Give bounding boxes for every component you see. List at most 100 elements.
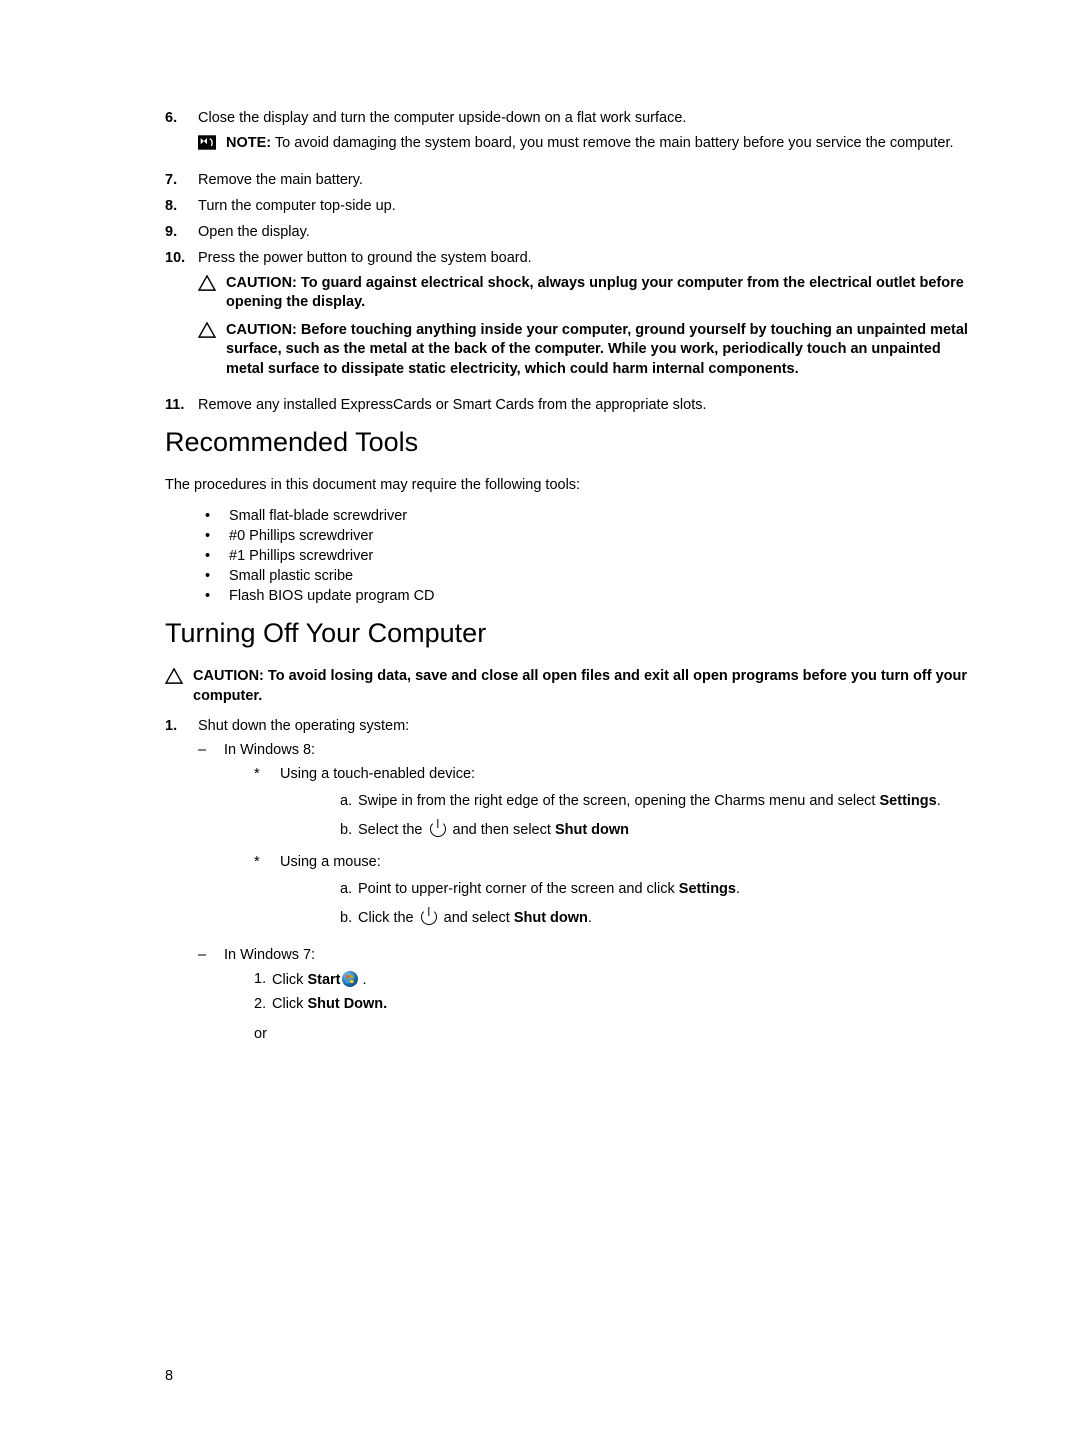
list-item: •Small plastic scribe <box>205 568 975 584</box>
item-text: #0 Phillips screwdriver <box>229 528 373 544</box>
num-mark: 1. <box>254 971 272 988</box>
dash-icon: – <box>198 947 224 1042</box>
step-body: Press the power button to ground the sys… <box>198 250 975 388</box>
heading-turning-off: Turning Off Your Computer <box>165 618 975 649</box>
star-icon: * <box>254 766 280 846</box>
note-icon <box>198 134 226 154</box>
note-callout: NOTE: To avoid damaging the system board… <box>198 134 975 154</box>
caution-label: CAUTION: <box>226 322 301 338</box>
letter-mark: a. <box>340 792 358 811</box>
step-11: 11. Remove any installed ExpressCards or… <box>165 397 975 413</box>
heading-recommended-tools: Recommended Tools <box>165 427 975 458</box>
bullet-icon: • <box>205 588 229 604</box>
letter-item-b: b. Select the and then select Shut down <box>340 821 975 840</box>
item-text: Small plastic scribe <box>229 568 353 584</box>
step-text: Turn the computer top-side up. <box>198 198 975 214</box>
step-num: 11. <box>165 397 198 413</box>
caution-callout: CAUTION: To guard against electrical sho… <box>198 274 975 313</box>
item-text: Flash BIOS update program CD <box>229 588 435 604</box>
start-orb-icon <box>342 971 358 987</box>
step-text: Shut down the operating system: <box>198 718 975 734</box>
star-item-touch: * Using a touch-enabled device: a. Swipe… <box>254 766 975 846</box>
bullet-icon: • <box>205 548 229 564</box>
star-body: Using a mouse: a. Point to upper-right c… <box>280 854 975 934</box>
step-num: 1. <box>165 718 198 1048</box>
item-text: #1 Phillips screwdriver <box>229 548 373 564</box>
step-text: Remove any installed ExpressCards or Sma… <box>198 397 975 413</box>
caution-icon <box>198 321 226 380</box>
power-icon <box>421 909 437 925</box>
star-icon: * <box>254 854 280 934</box>
step-body: Close the display and turn the computer … <box>198 110 975 162</box>
num-item-2: 2. Click Shut Down. <box>254 996 975 1012</box>
step-10: 10. Press the power button to ground the… <box>165 250 975 388</box>
win8-label: In Windows 8: <box>224 742 975 758</box>
letter-mark: b. <box>340 909 358 928</box>
step-6: 6. Close the display and turn the comput… <box>165 110 975 162</box>
caution-body: To guard against electrical shock, alway… <box>226 275 964 311</box>
num-text: Click Start . <box>272 971 367 988</box>
mouse-label: Using a mouse: <box>280 854 975 870</box>
letter-text: Point to upper-right corner of the scree… <box>358 880 740 899</box>
caution-text: CAUTION: Before touching anything inside… <box>226 321 975 380</box>
tools-intro: The procedures in this document may requ… <box>165 476 975 496</box>
list-item: •Flash BIOS update program CD <box>205 588 975 604</box>
num-text: Click Shut Down. <box>272 996 387 1012</box>
win7-label: In Windows 7: <box>224 947 975 963</box>
step-7: 7. Remove the main battery. <box>165 172 975 188</box>
dash-item-win8: – In Windows 8: * Using a touch-enabled … <box>198 742 975 939</box>
dash-icon: – <box>198 742 224 939</box>
star-body: Using a touch-enabled device: a. Swipe i… <box>280 766 975 846</box>
bullet-icon: • <box>205 508 229 524</box>
dash-item-win7: – In Windows 7: 1. Click Start . 2. Clic… <box>198 947 975 1042</box>
note-label: NOTE: <box>226 135 271 151</box>
step-num: 9. <box>165 224 198 240</box>
note-text: NOTE: To avoid damaging the system board… <box>226 134 975 154</box>
touch-label: Using a touch-enabled device: <box>280 766 975 782</box>
step-text: Remove the main battery. <box>198 172 975 188</box>
letter-mark: a. <box>340 880 358 899</box>
num-item-1: 1. Click Start . <box>254 971 975 988</box>
turnoff-step-1: 1. Shut down the operating system: – In … <box>165 718 975 1048</box>
step-num: 8. <box>165 198 198 214</box>
item-text: Small flat-blade screwdriver <box>229 508 407 524</box>
power-icon <box>430 821 446 837</box>
bullet-icon: • <box>205 568 229 584</box>
list-item: •Small flat-blade screwdriver <box>205 508 975 524</box>
caution-body: Before touching anything inside your com… <box>226 322 968 377</box>
caution-label: CAUTION: <box>226 275 301 291</box>
tools-list: •Small flat-blade screwdriver •#0 Philli… <box>205 508 975 604</box>
caution-body: To avoid losing data, save and close all… <box>193 668 967 704</box>
step-text: Close the display and turn the computer … <box>198 110 975 126</box>
page-number: 8 <box>165 1368 173 1384</box>
bullet-icon: • <box>205 528 229 544</box>
step-num: 6. <box>165 110 198 162</box>
step-num: 10. <box>165 250 198 388</box>
caution-label: CAUTION: <box>193 668 268 684</box>
note-body: To avoid damaging the system board, you … <box>271 135 953 151</box>
caution-icon <box>198 274 226 313</box>
letter-item-a: a. Swipe in from the right edge of the s… <box>340 792 975 811</box>
step-8: 8. Turn the computer top-side up. <box>165 198 975 214</box>
letter-text: Click the and select Shut down. <box>358 909 592 928</box>
caution-text: CAUTION: To guard against electrical sho… <box>226 274 975 313</box>
list-item: •#1 Phillips screwdriver <box>205 548 975 564</box>
step-num: 7. <box>165 172 198 188</box>
step-text: Press the power button to ground the sys… <box>198 250 975 266</box>
star-item-mouse: * Using a mouse: a. Point to upper-right… <box>254 854 975 934</box>
dash-body: In Windows 8: * Using a touch-enabled de… <box>224 742 975 939</box>
letter-item-b: b. Click the and select Shut down. <box>340 909 975 928</box>
or-text: or <box>254 1026 975 1042</box>
letter-item-a: a. Point to upper-right corner of the sc… <box>340 880 975 899</box>
step-text: Open the display. <box>198 224 975 240</box>
letter-mark: b. <box>340 821 358 840</box>
caution-icon <box>165 667 193 706</box>
step-9: 9. Open the display. <box>165 224 975 240</box>
num-mark: 2. <box>254 996 272 1012</box>
caution-text: CAUTION: To avoid losing data, save and … <box>193 667 975 706</box>
dash-body: In Windows 7: 1. Click Start . 2. Click … <box>224 947 975 1042</box>
caution-callout: CAUTION: To avoid losing data, save and … <box>165 667 975 706</box>
list-item: •#0 Phillips screwdriver <box>205 528 975 544</box>
caution-callout: CAUTION: Before touching anything inside… <box>198 321 975 380</box>
letter-text: Select the and then select Shut down <box>358 821 629 840</box>
